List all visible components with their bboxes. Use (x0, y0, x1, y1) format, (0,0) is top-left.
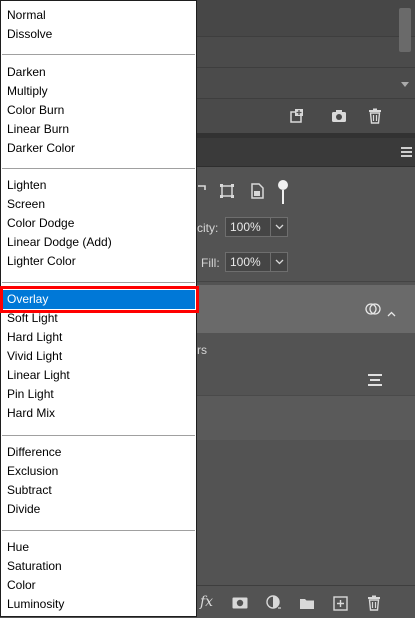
camera-icon[interactable] (330, 107, 348, 125)
history-scroll-down-icon[interactable] (401, 82, 409, 87)
menu-item-exclusion[interactable]: Exclusion (2, 462, 195, 481)
menu-item-luminosity[interactable]: Luminosity (2, 595, 195, 614)
menu-item-saturation[interactable]: Saturation (2, 557, 195, 576)
menu-item-normal[interactable]: Normal (2, 6, 195, 25)
filter-toggle-icon[interactable] (278, 180, 288, 206)
smart-object-filter-icon[interactable] (248, 182, 266, 200)
menu-item-difference[interactable]: Difference (2, 443, 195, 462)
new-snapshot-icon[interactable] (288, 107, 306, 125)
menu-item-darker-color[interactable]: Darker Color (2, 139, 195, 158)
history-scrollbar[interactable] (399, 8, 411, 52)
menu-item-color-dodge[interactable]: Color Dodge (2, 214, 195, 233)
menu-item-subtract[interactable]: Subtract (2, 481, 195, 500)
layer-name: rs (197, 343, 207, 357)
blend-mode-menu: Normal Dissolve Darken Multiply Color Burn Li… (0, 0, 197, 617)
menu-separator (2, 530, 195, 531)
fx-icon[interactable]: fx (200, 594, 213, 610)
menu-separator (2, 282, 195, 283)
menu-item-color-burn[interactable]: Color Burn (2, 101, 195, 120)
menu-item-linear-burn[interactable]: Linear Burn (2, 120, 195, 139)
menu-item-divide[interactable]: Divide (2, 500, 195, 519)
layer-expand-chevron-icon[interactable] (387, 306, 396, 320)
folder-icon[interactable] (298, 594, 316, 612)
menu-item-linear-dodge-add[interactable]: Linear Dodge (Add) (2, 233, 195, 252)
menu-separator (2, 54, 195, 55)
fill-field[interactable]: 100% (225, 252, 271, 272)
menu-item-lighten[interactable]: Lighten (2, 176, 195, 195)
opacity-label: city: (197, 221, 219, 235)
fill-dropdown-chevron-icon[interactable] (270, 252, 288, 272)
delete-layer-trash-icon[interactable] (365, 594, 383, 612)
mask-icon[interactable] (231, 594, 249, 612)
artboard-lock-icon[interactable] (218, 182, 236, 200)
opacity-field[interactable]: 100% (225, 217, 271, 237)
menu-item-pin-light[interactable]: Pin Light (2, 385, 195, 404)
trash-icon[interactable] (366, 107, 384, 125)
menu-item-overlay[interactable]: Overlay (2, 290, 195, 309)
menu-item-soft-light[interactable]: Soft Light (2, 309, 195, 328)
new-layer-icon[interactable] (331, 594, 349, 612)
menu-item-screen[interactable]: Screen (2, 195, 195, 214)
menu-item-hard-light[interactable]: Hard Light (2, 328, 195, 347)
menu-item-hard-mix[interactable]: Hard Mix (2, 404, 195, 423)
menu-item-hue[interactable]: Hue (2, 538, 195, 557)
menu-item-lighter-color[interactable]: Lighter Color (2, 252, 195, 271)
adjustment-settings-icon[interactable] (368, 374, 382, 386)
menu-item-color[interactable]: Color (2, 576, 195, 595)
menu-item-vivid-light[interactable]: Vivid Light (2, 347, 195, 366)
menu-item-dissolve[interactable]: Dissolve (2, 25, 195, 44)
fill-label: Fill: (201, 256, 220, 270)
panel-menu-icon[interactable] (401, 147, 412, 157)
adjustment-layer-icon[interactable] (265, 594, 283, 612)
menu-item-linear-light[interactable]: Linear Light (2, 366, 195, 385)
layer-effects-icon[interactable] (365, 302, 381, 316)
menu-item-multiply[interactable]: Multiply (2, 82, 195, 101)
menu-separator (2, 168, 195, 169)
menu-separator (2, 435, 195, 436)
menu-item-darken[interactable]: Darken (2, 63, 195, 82)
opacity-dropdown-chevron-icon[interactable] (270, 217, 288, 237)
